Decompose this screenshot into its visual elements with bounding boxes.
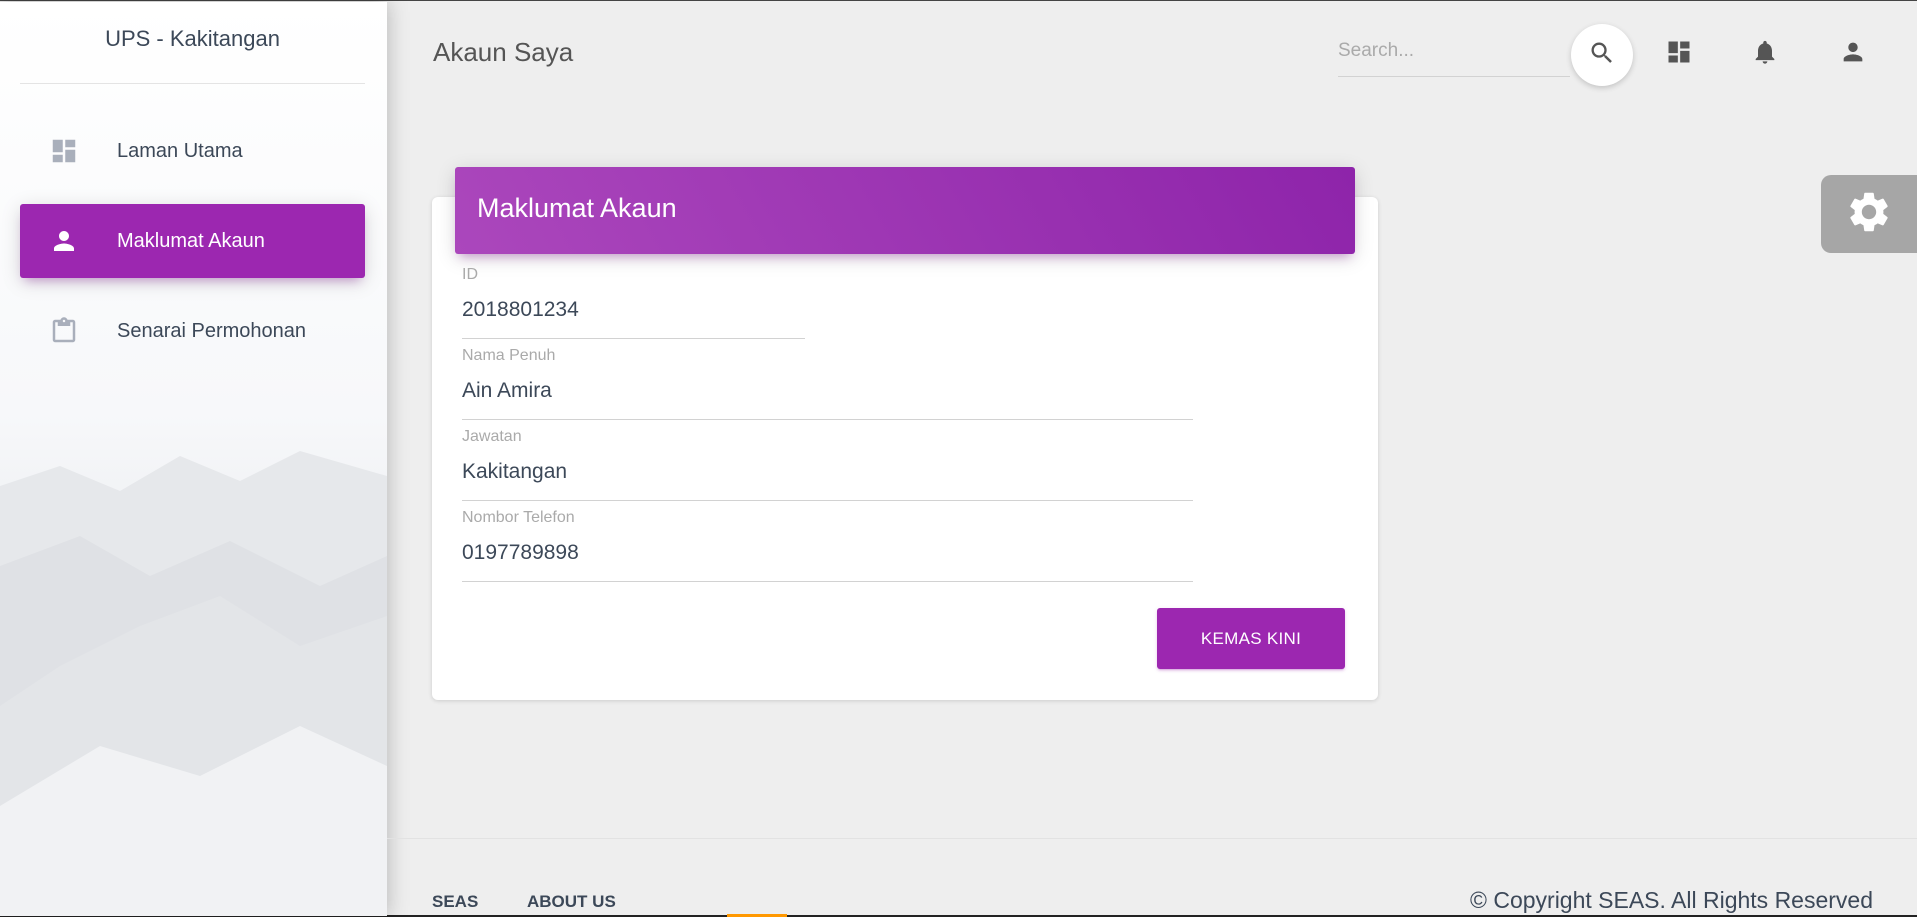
- dashboard-icon: [1665, 38, 1693, 71]
- sidebar-background-image: [0, 451, 387, 916]
- sidebar-item-label: Maklumat Akaun: [117, 229, 265, 252]
- footer-copyright: © Copyright SEAS. All Rights Reserved: [1470, 887, 1874, 913]
- sidebar-brand[interactable]: UPS - Kakitangan: [20, 26, 365, 84]
- footer-divider: [387, 838, 1917, 839]
- field-label: Jawatan: [462, 428, 522, 445]
- sidebar-item-label: Laman Utama: [117, 139, 243, 162]
- phone-field: Nombor Telefon 0197789898: [462, 509, 1193, 582]
- dashboard-button[interactable]: [1662, 37, 1696, 71]
- sidebar-item-laman-utama[interactable]: Laman Utama: [20, 114, 365, 188]
- field-label: ID: [462, 266, 478, 283]
- dashboard-icon: [49, 136, 79, 166]
- card-title: Maklumat Akaun: [455, 167, 1355, 254]
- search-button[interactable]: [1571, 24, 1633, 86]
- clipboard-icon: [49, 316, 79, 346]
- position-value[interactable]: Kakitangan: [462, 460, 1193, 501]
- gear-icon: [1845, 188, 1893, 241]
- sidebar-item-maklumat-akaun[interactable]: Maklumat Akaun: [20, 204, 365, 278]
- notifications-icon: [1751, 38, 1779, 71]
- settings-tab[interactable]: [1821, 175, 1917, 253]
- field-label: Nama Penuh: [462, 347, 556, 364]
- id-value[interactable]: 2018801234: [462, 298, 805, 339]
- sidebar: UPS - Kakitangan Laman Utama Maklumat Ak…: [0, 2, 387, 916]
- sidebar-item-label: Senarai Permohonan: [117, 319, 307, 342]
- update-button[interactable]: KEMAS KINI: [1157, 608, 1345, 669]
- notifications-button[interactable]: [1748, 37, 1782, 71]
- field-label: Nombor Telefon: [462, 509, 575, 526]
- person-icon: [1839, 38, 1867, 71]
- id-field: ID 2018801234: [462, 266, 805, 339]
- search-input[interactable]: [1338, 31, 1570, 71]
- profile-button[interactable]: [1836, 37, 1870, 71]
- footer-link-seas[interactable]: SEAS: [432, 892, 478, 912]
- page-title[interactable]: Akaun Saya: [433, 37, 573, 68]
- full-name-value[interactable]: Ain Amira: [462, 379, 1193, 420]
- full-name-field: Nama Penuh Ain Amira: [462, 347, 1193, 420]
- phone-value[interactable]: 0197789898: [462, 541, 1193, 582]
- footer-link-about-us[interactable]: ABOUT US: [527, 892, 616, 912]
- sidebar-item-senarai-permohonan[interactable]: Senarai Permohonan: [20, 294, 365, 368]
- position-field: Jawatan Kakitangan: [462, 428, 1193, 501]
- person-icon: [49, 226, 79, 256]
- app-frame: UPS - Kakitangan Laman Utama Maklumat Ak…: [0, 0, 1917, 917]
- search-icon: [1588, 39, 1616, 72]
- search-field: [1338, 31, 1570, 77]
